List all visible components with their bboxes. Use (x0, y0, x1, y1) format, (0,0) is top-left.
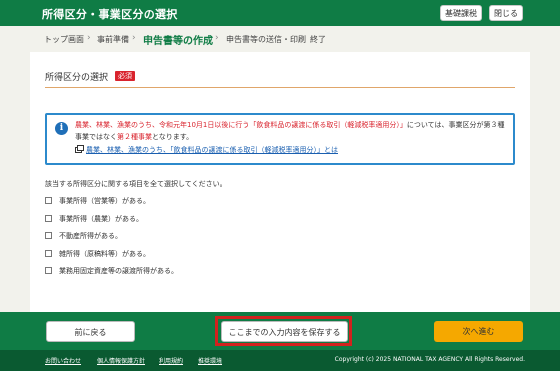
instruction-text: 該当する所得区分に関する項目を全て選択してください。 (45, 180, 227, 188)
checkbox[interactable] (45, 267, 52, 274)
checkbox[interactable] (45, 197, 52, 204)
required-badge: 必須 (115, 71, 135, 81)
glossary-button[interactable]: 基礎課税 (440, 5, 482, 21)
save-progress-button[interactable]: ここまでの入力内容を保存する (221, 321, 348, 342)
page-title: 所得区分・事業区分の選択 (42, 8, 178, 21)
notice-text-part: となります。 (152, 133, 194, 141)
close-button[interactable]: 閉じる (489, 5, 523, 21)
notice-red-text: 第２種事業 (117, 133, 152, 141)
option-label: 業務用固定資産等の譲渡所得がある。 (59, 267, 178, 275)
footer-link-contact[interactable]: お問い合わせ (45, 356, 81, 365)
info-icon: i (55, 122, 68, 135)
option-label: 不動産所得がある。 (59, 232, 122, 240)
next-button[interactable]: 次へ進む (434, 321, 523, 342)
section-divider (45, 87, 515, 88)
header-bar: 所得区分・事業区分の選択 基礎課税 閉じる (0, 0, 560, 26)
step-separator: › (87, 33, 91, 43)
option-label: 事業所得（営業等）がある。 (59, 197, 150, 205)
main-panel: 所得区分の選択 必須 i 農業、林業、漁業のうち、令和元年10月1日以後に行う「… (30, 52, 530, 312)
copyright: Copyright (c) 2025 NATIONAL TAX AGENCY A… (334, 356, 525, 363)
checkbox[interactable] (45, 249, 52, 257)
notice-link-label: 農業、林業、漁業のうち、「飲食料品の譲渡に係る取引（軽減税率適用分）」とは (86, 146, 338, 154)
footer-link-privacy[interactable]: 個人情報保護方針 (97, 356, 145, 365)
checkbox[interactable] (45, 214, 52, 222)
step-submit-print: 申告書等の送信・印刷 (226, 35, 306, 44)
notice-link[interactable]: 農業、林業、漁業のうち、「飲食料品の譲渡に係る取引（軽減税率適用分）」とは (75, 145, 338, 155)
option-label: 雑所得（原稿料等）がある。 (59, 249, 150, 258)
section-title: 所得区分の選択 (45, 73, 109, 83)
step-separator: › (300, 33, 304, 43)
notice-text-part: 事業ではなく (75, 133, 117, 141)
progress-steps: トップ画面 › 事前準備 › 申告書等の作成 › 申告書等の送信・印刷 › 終了 (0, 26, 560, 52)
notice-box: i 農業、林業、漁業のうち、令和元年10月1日以後に行う「飲食料品の譲渡に係る取… (45, 113, 515, 165)
step-separator: › (132, 33, 136, 43)
footer-link-terms[interactable]: 利用規約 (159, 356, 183, 365)
action-bar: 前に戻る ここまでの入力内容を保存する 次へ進む (0, 312, 560, 350)
external-window-icon (75, 145, 84, 153)
footer-link-environment[interactable]: 推奨環境 (198, 356, 222, 365)
option-label: 事業所得（農業）がある。 (59, 214, 143, 223)
checkbox[interactable] (45, 232, 52, 239)
step-create-return: 申告書等の作成 (143, 36, 213, 47)
step-separator: › (215, 33, 219, 43)
step-finish: 終了 (310, 35, 326, 44)
step-top: トップ画面 (44, 35, 84, 44)
notice-red-text: 農業、林業、漁業のうち、令和元年10月1日以後に行う「飲食料品の譲渡に係る取引（… (75, 121, 407, 129)
notice-text-part: については、事業区分が第３種 (406, 121, 505, 129)
notice-text: 農業、林業、漁業のうち、令和元年10月1日以後に行う「飲食料品の譲渡に係る取引（… (75, 119, 515, 143)
step-preparation: 事前準備 (97, 35, 129, 44)
footer: お問い合わせ 個人情報保護方針 利用規約 推奨環境 Copyright (c) … (0, 350, 560, 371)
back-button[interactable]: 前に戻る (46, 321, 135, 342)
